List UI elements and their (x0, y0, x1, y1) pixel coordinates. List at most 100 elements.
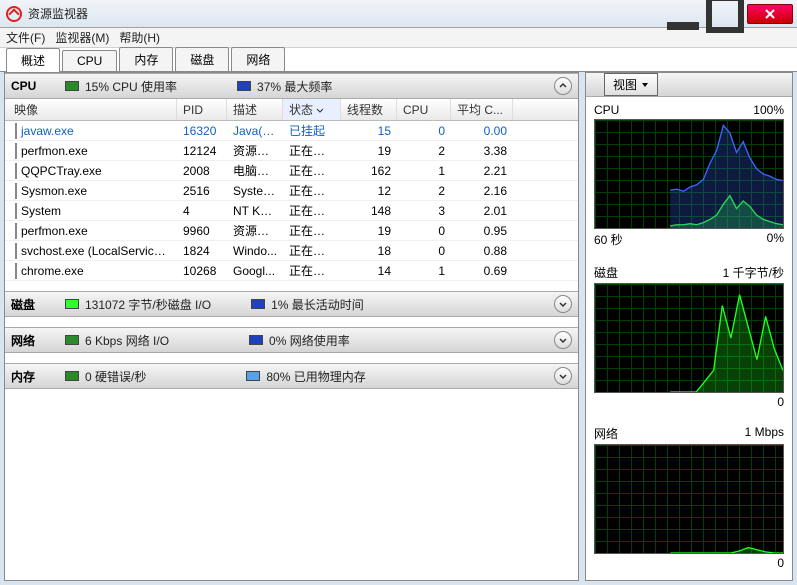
cell-cpu: 2 (397, 182, 451, 200)
cell-avg: 3.38 (451, 142, 513, 160)
cell-pid: 16320 (177, 122, 227, 140)
cell-cpu: 0 (397, 242, 451, 260)
row-checkbox[interactable] (15, 243, 17, 259)
table-body: javaw.exe16320Java(T...已挂起1500.00perfmon… (5, 121, 578, 281)
cell-status: 正在运行 (283, 160, 341, 181)
tab-memory[interactable]: 内存 (119, 47, 173, 71)
cell-image: chrome.exe (21, 264, 84, 278)
graph-canvas-cpu (594, 119, 784, 229)
cell-pid: 10268 (177, 262, 227, 280)
cpu-freq-text: 37% 最大频率 (257, 78, 332, 95)
minimize-button[interactable] (663, 4, 703, 24)
cell-cpu: 1 (397, 262, 451, 280)
tab-overview[interactable]: 概述 (6, 48, 60, 72)
col-cpu[interactable]: CPU (397, 99, 451, 120)
table-row[interactable]: perfmon.exe9960资源和...正在运行1900.95 (5, 221, 578, 241)
app-icon (6, 6, 22, 22)
memory-section-title: 内存 (11, 368, 59, 385)
disk-act-swatch (251, 299, 265, 309)
net-io-swatch (65, 335, 79, 345)
window-title: 资源监视器 (28, 5, 663, 22)
view-dropdown[interactable]: 视图 (604, 73, 658, 96)
cell-avg: 2.21 (451, 162, 513, 180)
cell-image: QQPCTray.exe (21, 164, 102, 178)
graph-right-label: 1 千字节/秒 (723, 264, 784, 281)
graph-title: 网络 (594, 425, 618, 442)
graph-block-net: 网络1 Mbps0 (586, 419, 792, 580)
mem-use-text: 80% 已用物理内存 (266, 368, 365, 385)
col-desc[interactable]: 描述 (227, 99, 283, 120)
row-checkbox[interactable] (15, 123, 17, 139)
col-status[interactable]: 状态 (283, 99, 341, 120)
col-image[interactable]: 映像 (5, 99, 177, 120)
graph-canvas-net (594, 444, 784, 554)
tab-network[interactable]: 网络 (231, 47, 285, 71)
graph-br: 0 (777, 395, 784, 409)
col-threads[interactable]: 线程数 (341, 99, 397, 120)
table-header: 映像 PID 描述 状态 线程数 CPU 平均 C... (5, 99, 578, 121)
table-row[interactable]: System4NT Ker...正在运行14832.01 (5, 201, 578, 221)
cell-threads: 19 (341, 142, 397, 160)
maximize-button[interactable] (705, 4, 745, 24)
cpu-section-header[interactable]: CPU 15% CPU 使用率 37% 最大频率 (5, 73, 578, 99)
chevron-down-icon (641, 78, 649, 92)
tab-cpu[interactable]: CPU (62, 50, 117, 71)
cell-threads: 18 (341, 242, 397, 260)
cell-avg: 0.69 (451, 262, 513, 280)
close-button[interactable] (747, 4, 793, 24)
disk-section-title: 磁盘 (11, 296, 59, 313)
cpu-collapse-button[interactable] (554, 77, 572, 95)
network-section-header[interactable]: 网络 6 Kbps 网络 I/O 0% 网络使用率 (5, 327, 578, 353)
disk-section-header[interactable]: 磁盘 131072 字节/秒磁盘 I/O 1% 最长活动时间 (5, 291, 578, 317)
network-expand-button[interactable] (554, 331, 572, 349)
table-row[interactable]: Sysmon.exe2516System...正在运行1222.16 (5, 181, 578, 201)
cpu-usage-swatch (65, 81, 79, 91)
net-io-text: 6 Kbps 网络 I/O (85, 332, 169, 349)
graph-right-label: 1 Mbps (745, 425, 784, 442)
menu-help[interactable]: 帮助(H) (119, 29, 160, 46)
graph-bl: 60 秒 (594, 231, 623, 248)
right-header: 视图 (586, 73, 792, 97)
cell-desc: Windo... (227, 242, 283, 260)
menu-file[interactable]: 文件(F) (6, 29, 45, 46)
cell-pid: 2008 (177, 162, 227, 180)
table-row[interactable]: perfmon.exe12124资源和...正在运行1923.38 (5, 141, 578, 161)
row-checkbox[interactable] (15, 203, 17, 219)
table-row[interactable]: QQPCTray.exe2008电脑管家正在运行16212.21 (5, 161, 578, 181)
col-pid[interactable]: PID (177, 99, 227, 120)
menu-monitor[interactable]: 监视器(M) (55, 29, 109, 46)
title-bar: 资源监视器 (0, 0, 797, 28)
cell-threads: 162 (341, 162, 397, 180)
process-table: 映像 PID 描述 状态 线程数 CPU 平均 C... javaw.exe16… (5, 99, 578, 281)
memory-section-header[interactable]: 内存 0 硬错误/秒 80% 已用物理内存 (5, 363, 578, 389)
graph-right-label: 100% (753, 103, 784, 117)
table-row[interactable]: svchost.exe (LocalServiceN...1824Windo..… (5, 241, 578, 261)
cell-desc: System... (227, 182, 283, 200)
graph-title: CPU (594, 103, 619, 117)
row-checkbox[interactable] (15, 143, 17, 159)
cell-status: 正在运行 (283, 180, 341, 201)
disk-expand-button[interactable] (554, 295, 572, 313)
graph-container: CPU100%60 秒0%磁盘1 千字节/秒0网络1 Mbps0内存100 硬错… (586, 97, 792, 581)
row-checkbox[interactable] (15, 163, 17, 179)
graph-block-disk: 磁盘1 千字节/秒0 (586, 258, 792, 419)
cell-avg: 0.00 (451, 122, 513, 140)
cell-desc: Googl... (227, 262, 283, 280)
row-checkbox[interactable] (15, 263, 17, 279)
cell-cpu: 0 (397, 122, 451, 140)
sort-icon (316, 103, 324, 117)
row-checkbox[interactable] (15, 223, 17, 239)
row-checkbox[interactable] (15, 183, 17, 199)
tab-disk[interactable]: 磁盘 (175, 47, 229, 71)
cell-cpu: 1 (397, 162, 451, 180)
disk-io-swatch (65, 299, 79, 309)
cell-pid: 9960 (177, 222, 227, 240)
memory-expand-button[interactable] (554, 367, 572, 385)
cell-threads: 148 (341, 202, 397, 220)
graph-br: 0% (767, 231, 784, 248)
col-avg[interactable]: 平均 C... (451, 99, 513, 120)
table-row[interactable]: javaw.exe16320Java(T...已挂起1500.00 (5, 121, 578, 141)
table-row[interactable]: chrome.exe10268Googl...正在运行1410.69 (5, 261, 578, 281)
cell-avg: 0.95 (451, 222, 513, 240)
cell-pid: 2516 (177, 182, 227, 200)
